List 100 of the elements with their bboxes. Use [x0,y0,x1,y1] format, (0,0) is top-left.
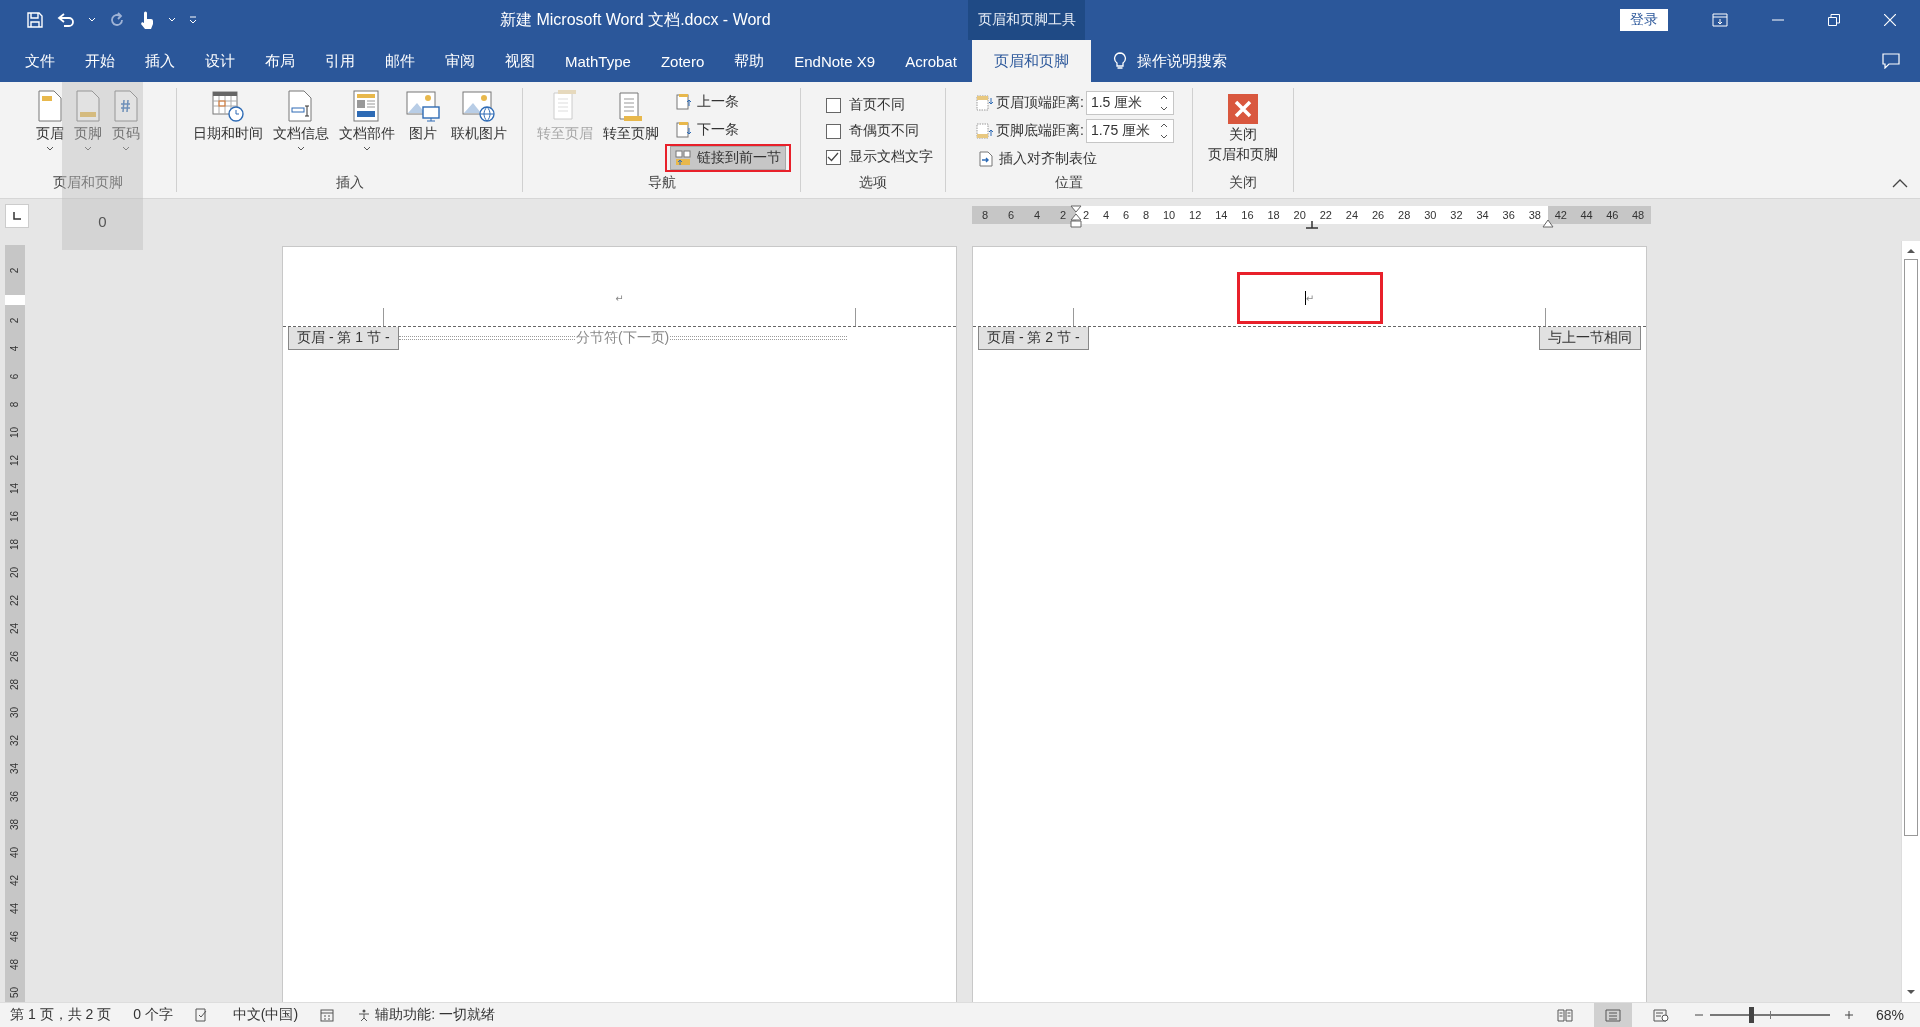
document-page[interactable]: ↵ 页眉 - 第 1 节 - 分节符(下一页) [282,246,957,1002]
ribbon-button[interactable]: 上一条 [669,90,744,114]
view-button[interactable] [1593,1003,1632,1027]
ribbon-button[interactable]: 链接到前一节 [669,146,786,170]
header-distance-icon [976,95,995,111]
ribbon-button[interactable]: 页脚 [70,86,106,155]
close-icon[interactable] [1884,14,1896,26]
customize-icon[interactable] [188,15,198,25]
ribbon-tab[interactable]: MathType [550,40,646,82]
center-tab-icon[interactable] [1306,221,1318,229]
comment-icon[interactable] [1882,53,1900,69]
contextual-tab-label: 页眉和页脚工具 [968,0,1085,40]
ribbon-tab[interactable]: 设计 [190,40,250,82]
touch-icon[interactable] [138,10,156,30]
ruler-number: 38 [9,818,21,831]
ruler-number: 18 [1267,209,1280,221]
checkbox[interactable]: 奇偶页不同 [813,120,919,142]
ruler-number: 6 [1007,209,1015,221]
ribbon-tab[interactable]: 审阅 [430,40,490,82]
ribbon-tab[interactable]: 引用 [310,40,370,82]
document-page[interactable]: ↵ 页眉 - 第 2 节 - 与上一节相同 [972,246,1647,1002]
ribbon-tab[interactable]: 帮助 [719,40,780,82]
word-count[interactable]: 0 个字 [133,1006,173,1024]
lightbulb-icon[interactable] [1112,52,1127,70]
ribbon-button[interactable]: 文档信息 [268,86,333,155]
ruler-number: 20 [9,566,21,579]
ruler-number: 48 [9,958,21,971]
tab-selector[interactable] [5,204,29,228]
ribbon-tab[interactable]: 布局 [250,40,310,82]
ruler-number: 10 [1162,209,1176,221]
group-label: 页眉和页脚 [53,174,123,192]
ruler-number: 44 [1580,209,1593,221]
ruler-number: 26 [9,650,21,663]
same-as-previous-tag: 与上一节相同 [1539,327,1641,350]
caret-icon[interactable] [168,17,176,23]
ruler-number: 46 [9,930,21,943]
macro-icon[interactable] [320,1008,335,1022]
undo-icon[interactable] [56,11,76,29]
ribbon-tab[interactable]: 页眉和页脚 [971,40,1091,82]
ribbon-button[interactable]: 日期和时间 [188,86,267,155]
paragraph-mark: ↵ [615,292,624,304]
horizontal-ruler[interactable]: 8 6 4 2 2 4 6 8 10 12 14 16 18 20 22 24 26 28 30 32 34 36 38 42 44 46 48 [972,205,1651,235]
spinner-field[interactable]: 1.75 厘米 [1085,119,1174,143]
ribbon-button[interactable]: 插入对齐制表位 [974,147,1103,171]
footer-distance-icon [976,123,995,139]
ruler-number: 40 [9,846,21,859]
ruler-margin-marker[interactable] [5,295,25,305]
slider-thumb[interactable] [1748,1007,1754,1023]
restore-icon[interactable] [1828,14,1840,26]
header-section-tag: 页眉 - 第 2 节 - [978,327,1089,350]
ribbon-button[interactable]: 联机图片 [446,86,511,155]
ruler-number: 14 [1215,209,1228,221]
ruler-number: 2 [1059,209,1067,221]
ribbon-button[interactable]: 转至页脚 [598,86,663,155]
calendar-clock-icon [209,90,246,122]
web-layout-icon [1652,1008,1669,1022]
vertical-scrollbar[interactable] [1901,241,1920,1002]
ribbon-tab[interactable]: EndNote X9 [779,40,891,82]
tab-stop-icon [979,151,994,167]
ruler-number: 30 [1424,209,1437,221]
ribbon-tab[interactable]: 视图 [490,40,550,82]
paragraph-mark: ↵ [1305,292,1315,304]
ribbon-tab[interactable]: 文件 [10,40,70,82]
ribbon-button[interactable]: 文档部件 [334,86,399,155]
save-icon[interactable] [26,11,44,29]
scroll-up-icon[interactable] [1906,247,1916,255]
ribbon-button[interactable]: 图片 [400,86,445,155]
ribbon-tab[interactable]: Zotero [645,40,720,82]
sign-in-button[interactable]: 登录 [1620,9,1668,31]
spinner-arrows-icon[interactable] [1158,122,1169,140]
ribbon-tab[interactable]: Acrobat [890,40,972,82]
spinner-arrows-icon[interactable] [1158,94,1169,112]
zoom-percentage[interactable]: 68% [1875,1007,1904,1023]
ribbon-button[interactable]: 页码 [108,86,144,155]
close-header-footer-button[interactable]: 关闭 页眉和页脚 [1204,86,1282,168]
checkbox[interactable]: 首页不同 [813,94,905,116]
ribbon-button[interactable]: 页眉 [32,86,68,155]
accessibility-status[interactable]: 辅助功能: 一切就绪 [356,1006,495,1024]
left-tab-icon [13,212,21,220]
spinner-label: 页眉顶端距离: [996,94,1084,112]
checkbox[interactable]: 显示文档文字 [813,146,933,168]
tell-me-search[interactable]: 操作说明搜索 [1136,51,1227,71]
page-count[interactable]: 第 1 页，共 2 页 [10,1006,112,1024]
right-indent-icon[interactable] [1542,219,1554,228]
ruler-number: 24 [9,622,21,635]
ribbon-tab[interactable]: 邮件 [370,40,430,82]
next-icon [674,122,691,138]
ribbon-display-options-icon[interactable] [1712,13,1728,27]
caret-icon[interactable] [88,17,96,23]
scroll-down-icon[interactable] [1906,988,1916,996]
ribbon-tab[interactable]: 插入 [130,40,190,82]
zoom-slider[interactable] [1709,1007,1830,1023]
collapse-ribbon-icon[interactable] [1892,179,1908,188]
language[interactable]: 中文(中国) [232,1006,299,1024]
redo-icon[interactable] [108,11,126,29]
ruler-number: 46 [1606,209,1619,221]
spinner-field[interactable]: 1.5 厘米 [1085,91,1174,115]
zoom-in-icon[interactable] [1843,1010,1854,1020]
ribbon-button[interactable]: 下一条 [669,118,744,142]
ribbon-tab[interactable]: 开始 [70,40,130,82]
